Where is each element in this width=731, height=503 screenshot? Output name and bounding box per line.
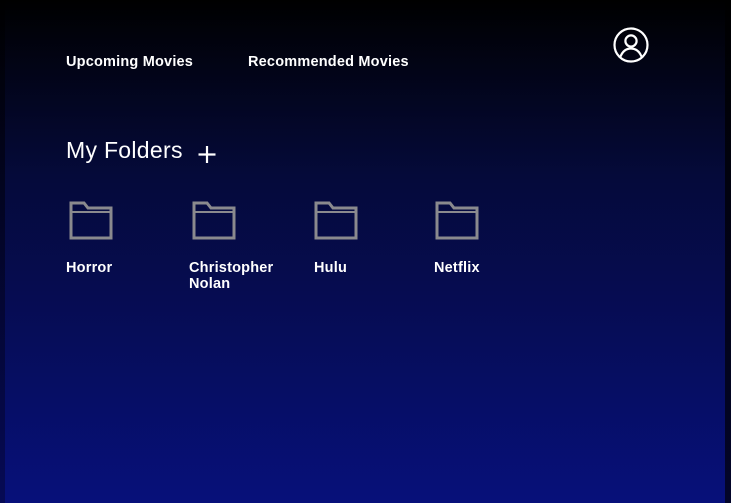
- plus-icon: [198, 146, 216, 163]
- folder-label: Netflix: [434, 260, 480, 276]
- folder-item-christopher-nolan[interactable]: Christopher Nolan: [189, 198, 289, 292]
- folder-icon: [69, 201, 113, 240]
- folder-label: Christopher Nolan: [189, 260, 274, 292]
- folder-icon: [314, 201, 358, 240]
- app-page: Upcoming Movies Recommended Movies My Fo…: [0, 0, 731, 503]
- profile-button[interactable]: [612, 26, 650, 64]
- folder-icon: [435, 201, 479, 240]
- nav-recommended-movies[interactable]: Recommended Movies: [248, 54, 409, 70]
- user-circle-icon: [613, 27, 649, 63]
- my-folders-title: My Folders: [66, 137, 183, 163]
- nav-upcoming-movies[interactable]: Upcoming Movies: [66, 54, 193, 70]
- folder-label: Hulu: [314, 260, 348, 276]
- right-edge: [725, 0, 731, 503]
- folder-item-horror[interactable]: Horror: [66, 198, 166, 276]
- folder-label: Horror: [66, 260, 113, 276]
- left-edge: [0, 0, 5, 503]
- folder-item-netflix[interactable]: Netflix: [432, 198, 532, 276]
- folder-item-hulu[interactable]: Hulu: [311, 198, 411, 276]
- add-folder-button[interactable]: [196, 143, 218, 165]
- folder-icon: [192, 201, 236, 240]
